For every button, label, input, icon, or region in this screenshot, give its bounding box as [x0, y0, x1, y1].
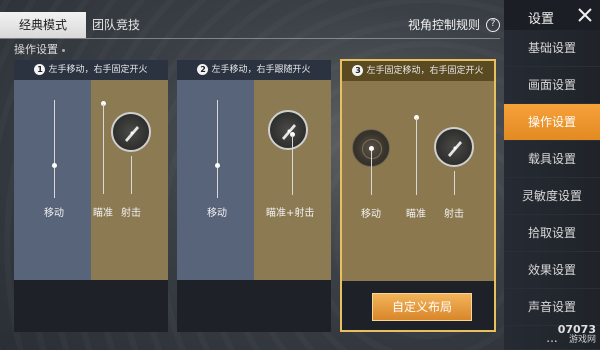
shoot-label: 射击	[121, 208, 141, 219]
sidebar-item-basic[interactable]: 基础设置	[504, 30, 600, 67]
sidebar-item-sound[interactable]: 声音设置	[504, 289, 600, 326]
sidebar-item-graphics[interactable]: 画面设置	[504, 67, 600, 104]
move-zone: 移动	[177, 80, 254, 280]
tab-classic[interactable]: 经典模式	[0, 12, 86, 38]
mode-tabs: 经典模式 团队竞技	[0, 12, 146, 38]
sidebar-item-pickup[interactable]: 拾取设置	[504, 215, 600, 252]
layout-option-1[interactable]: 1 左手移动，右手固定开火 移动 瞄准 射击	[14, 60, 168, 332]
fire-button-icon	[111, 112, 151, 152]
panel-title: 2 左手移动，右手跟随开火	[177, 60, 331, 80]
fire-button-icon	[268, 110, 308, 150]
full-control-zone: 移动 瞄准 射击	[342, 81, 494, 281]
move-zone: 移动	[14, 80, 91, 280]
sidebar-item-controls[interactable]: 操作设置	[504, 104, 600, 141]
panel-lower-area	[14, 280, 168, 332]
site-watermark: 07073 游戏网	[557, 323, 596, 345]
settings-title: 设置	[528, 12, 555, 27]
close-icon[interactable]	[576, 6, 594, 24]
panel-lower-area: 自定义布局	[342, 281, 494, 330]
aim-shoot-zone: 瞄准+射击	[254, 80, 331, 280]
aim-label: 瞄准	[93, 208, 113, 219]
panel-title: 1 左手移动，右手固定开火	[14, 60, 168, 80]
view-rules-link[interactable]: 视角控制规则 ?	[408, 16, 501, 33]
tabs-divider	[0, 38, 500, 39]
settings-menu: 基础设置 画面设置 操作设置 载具设置 灵敏度设置 拾取设置 效果设置 声音设置…	[504, 30, 600, 350]
custom-layout-button[interactable]: 自定义布局	[372, 293, 472, 321]
section-label: 操作设置	[14, 41, 65, 57]
layout-option-3[interactable]: 3 左手固定移动，右手固定开火 移动 瞄准 射击 自定义布局	[340, 59, 496, 332]
view-rules-label: 视角控制规则	[408, 18, 481, 32]
move-label: 移动	[207, 208, 227, 219]
aim-zone: 瞄准 射击	[91, 80, 168, 280]
move-label: 移动	[361, 209, 381, 220]
fire-button-icon	[434, 127, 474, 167]
tab-team[interactable]: 团队竞技	[86, 12, 146, 38]
settings-sidebar: 设置 基础设置 画面设置 操作设置 载具设置 灵敏度设置 拾取设置 效果设置 声…	[504, 0, 600, 350]
panel-title: 3 左手固定移动，右手固定开火	[342, 61, 494, 81]
layout-option-2[interactable]: 2 左手移动，右手跟随开火 移动 瞄准+射击	[177, 60, 331, 332]
option-number: 1	[34, 64, 46, 75]
sidebar-item-vehicle[interactable]: 载具设置	[504, 141, 600, 178]
sidebar-item-sensitivity[interactable]: 灵敏度设置	[504, 178, 600, 215]
shoot-label: 射击	[444, 209, 464, 220]
option-number: 2	[197, 64, 209, 75]
move-label: 移动	[44, 208, 64, 219]
sidebar-item-effects[interactable]: 效果设置	[504, 252, 600, 289]
question-icon[interactable]: ?	[486, 17, 501, 32]
aim-shoot-label: 瞄准+射击	[266, 208, 315, 219]
panel-lower-area	[177, 280, 331, 332]
aim-label: 瞄准	[406, 209, 426, 220]
option-number: 3	[352, 65, 364, 76]
